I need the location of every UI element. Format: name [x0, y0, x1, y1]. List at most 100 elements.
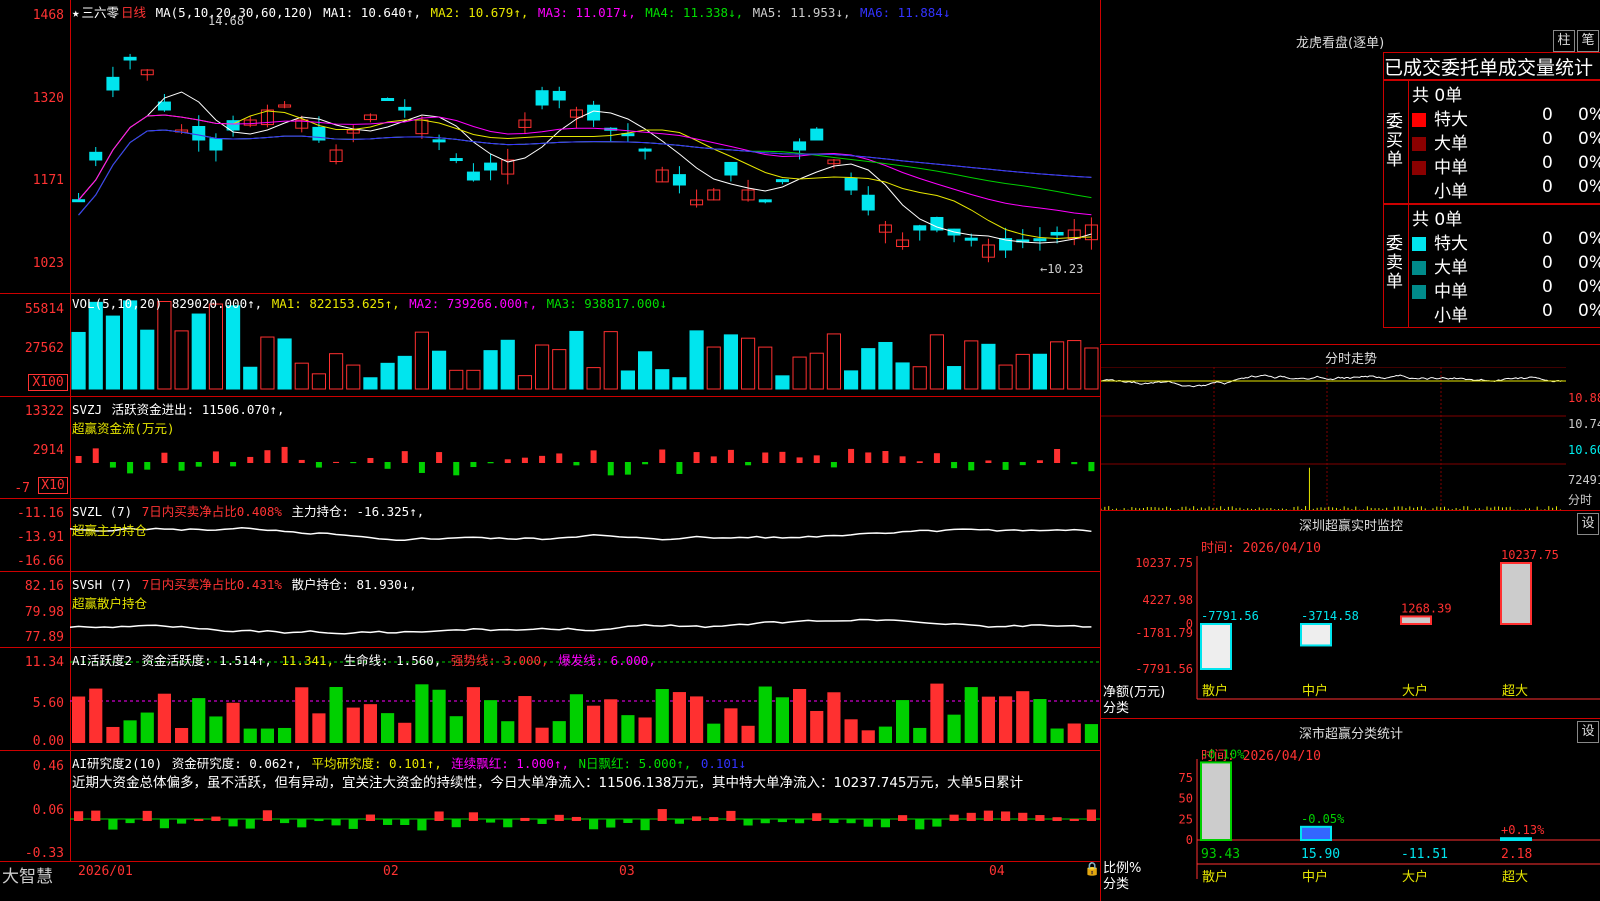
ma5-value: MA5: 11.953↓, — [752, 5, 851, 20]
candle-body — [552, 90, 566, 101]
volume-pane[interactable]: 55814 27562 X100 VOL(5,10,20) 829020.000… — [0, 294, 1100, 397]
activity-bar — [827, 692, 841, 743]
ratio-bar-chart: 75 50 25 0 -0.10% 93.43 散户 -0.05% 15.90 中户 -11.51 大… — [1179, 747, 1600, 885]
research-bar — [262, 810, 272, 821]
lock-icon[interactable]: 🔒 — [1084, 862, 1100, 877]
flow-bar — [504, 459, 511, 463]
unit-badge: X100 — [28, 374, 68, 391]
candle-body — [381, 98, 395, 102]
stats-tab[interactable]: 已成交委托单成交量统计 — [1383, 52, 1600, 80]
research-bar — [297, 819, 307, 828]
research-bar — [194, 818, 204, 821]
bar — [1084, 347, 1099, 390]
order-row: 特大 0 0% — [1412, 229, 1600, 254]
bar-label: -7791.56 — [1201, 609, 1259, 623]
avg-research: 平均研究度: 0.101↑, — [311, 756, 442, 771]
research-bar — [348, 819, 358, 829]
research-bar — [417, 819, 427, 831]
kline-pane[interactable]: 1468 1320 1171 1023 ★ 三六零 日线 MA(5,10,20,30… — [0, 0, 1100, 294]
volume-y-axis: 55814 27562 X100 — [0, 294, 71, 396]
bar — [277, 338, 292, 390]
activity-bar — [295, 687, 309, 743]
bar — [191, 313, 206, 390]
kline-header: ★ 三六零 日线 MA(5,10,20,30,60,120) MA1: 10.640… — [72, 2, 952, 21]
flow-bar — [230, 462, 237, 467]
buy-order-group: 委买单 共 0单 特大 0 0% 大单 0 0% 中单 0 0% 小单 0 0% — [1383, 80, 1600, 204]
activity-value: 资金活跃度: 1.514↑, — [141, 653, 272, 668]
candle-body — [89, 151, 103, 161]
svzj-pane[interactable]: 13322 2914 -7 X10 SVZJ 活跃资金进出: 11506.070… — [0, 397, 1100, 499]
intraday-chart[interactable] — [1101, 367, 1566, 510]
tick-mode-button[interactable]: 笔 — [1577, 30, 1599, 52]
activity-bar — [587, 705, 601, 743]
period-label[interactable]: 日线 — [121, 5, 146, 20]
candle-body — [775, 179, 789, 183]
bar — [329, 353, 344, 390]
indicator-desc: 超赢主力持仓 — [72, 523, 148, 538]
activity-bar — [878, 726, 892, 743]
y-tick: 55814 — [24, 302, 64, 317]
y-tick: 0.06 — [32, 803, 64, 818]
net-flow-bar — [1200, 623, 1232, 670]
flow-bar — [1054, 448, 1061, 463]
activity-bar — [638, 717, 652, 743]
order-row: 小单 0 0% — [1412, 177, 1600, 202]
change-label: +0.13% — [1501, 823, 1545, 837]
candle-body — [844, 177, 858, 191]
bar-mode-button[interactable]: 柱 — [1553, 30, 1575, 52]
activity-bar — [1016, 691, 1030, 743]
svzj-y-axis: 13322 2914 -7 X10 — [0, 397, 71, 498]
candlestick-chart[interactable] — [70, 0, 1100, 293]
y-tick: -16.66 — [17, 554, 64, 569]
buy-rows: 特大 0 0% 大单 0 0% 中单 0 0% 小单 0 0% — [1412, 105, 1600, 202]
star-icon[interactable]: ★ — [72, 5, 80, 20]
research-bar — [898, 815, 908, 821]
color-swatch — [1412, 161, 1426, 175]
research-bar — [228, 819, 238, 827]
y-tick: -7 — [14, 481, 30, 496]
flow-bar — [521, 457, 528, 463]
activity-bar — [775, 697, 789, 743]
activity-bar — [140, 712, 154, 743]
candle-body — [106, 76, 120, 91]
y-tick: -1781.79 — [1135, 626, 1193, 640]
flow-bar — [1071, 462, 1078, 465]
y-tick: 1171 — [32, 173, 64, 188]
research-bar — [571, 816, 581, 821]
flow-bar — [367, 457, 374, 463]
candle-body — [1050, 231, 1064, 236]
order-type: 中单 — [1434, 282, 1468, 302]
research-bar — [966, 812, 976, 821]
bar — [569, 330, 584, 390]
volume-header: VOL(5,10,20) 829020.000↑, MA1: 822153.62… — [72, 296, 669, 311]
candle-body — [123, 56, 137, 61]
flow-bar — [710, 456, 717, 463]
research-bar — [880, 819, 890, 828]
activity-bar — [1067, 723, 1081, 743]
flow-bar — [1036, 460, 1043, 463]
research-bar — [726, 810, 736, 821]
svzl-pane[interactable]: -11.16 -13.91 -16.66 SVZL (7) 7日内买卖净占比0.… — [0, 499, 1100, 572]
research-bar — [949, 814, 959, 821]
ai2-header: AI研究度2(10) 资金研究度: 0.062↑, 平均研究度: 0.101↑,… — [72, 753, 748, 772]
fenshi-panel[interactable]: 分时走势 10.88 10.74 10.60 72491 分时 — [1100, 344, 1600, 510]
activity-bar — [964, 687, 978, 743]
svsh-pane[interactable]: 82.16 79.98 77.89 SVSH (7) 7日内买卖净占比0.431… — [0, 572, 1100, 648]
flow-bar — [933, 453, 940, 463]
kline-y-axis: 1468 1320 1171 1023 — [0, 0, 71, 293]
x-tick: 2026/01 — [78, 864, 133, 879]
research-bar — [640, 819, 650, 831]
flow-bar — [985, 460, 992, 463]
ai-activity-pane[interactable]: 11.34 5.60 0.00 AI活跃度2 资金活跃度: 1.514↑, 11… — [0, 648, 1100, 751]
main-holding-value: 主力持仓: -16.325↑, — [291, 504, 425, 519]
vol-value: 829020.000↑, — [171, 296, 263, 311]
activity-bar — [381, 713, 395, 743]
flow-bar — [195, 462, 202, 467]
color-swatch — [1412, 185, 1426, 199]
ai-research-pane[interactable]: 0.46 0.06 -0.33 AI研究度2(10) 资金研究度: 0.062↑… — [0, 751, 1100, 862]
buy-total: 共 0单 — [1412, 86, 1463, 106]
bar — [363, 377, 378, 390]
activity-bar — [844, 719, 858, 743]
research-bar — [1069, 818, 1079, 821]
category-label: 散户 — [1202, 683, 1228, 699]
